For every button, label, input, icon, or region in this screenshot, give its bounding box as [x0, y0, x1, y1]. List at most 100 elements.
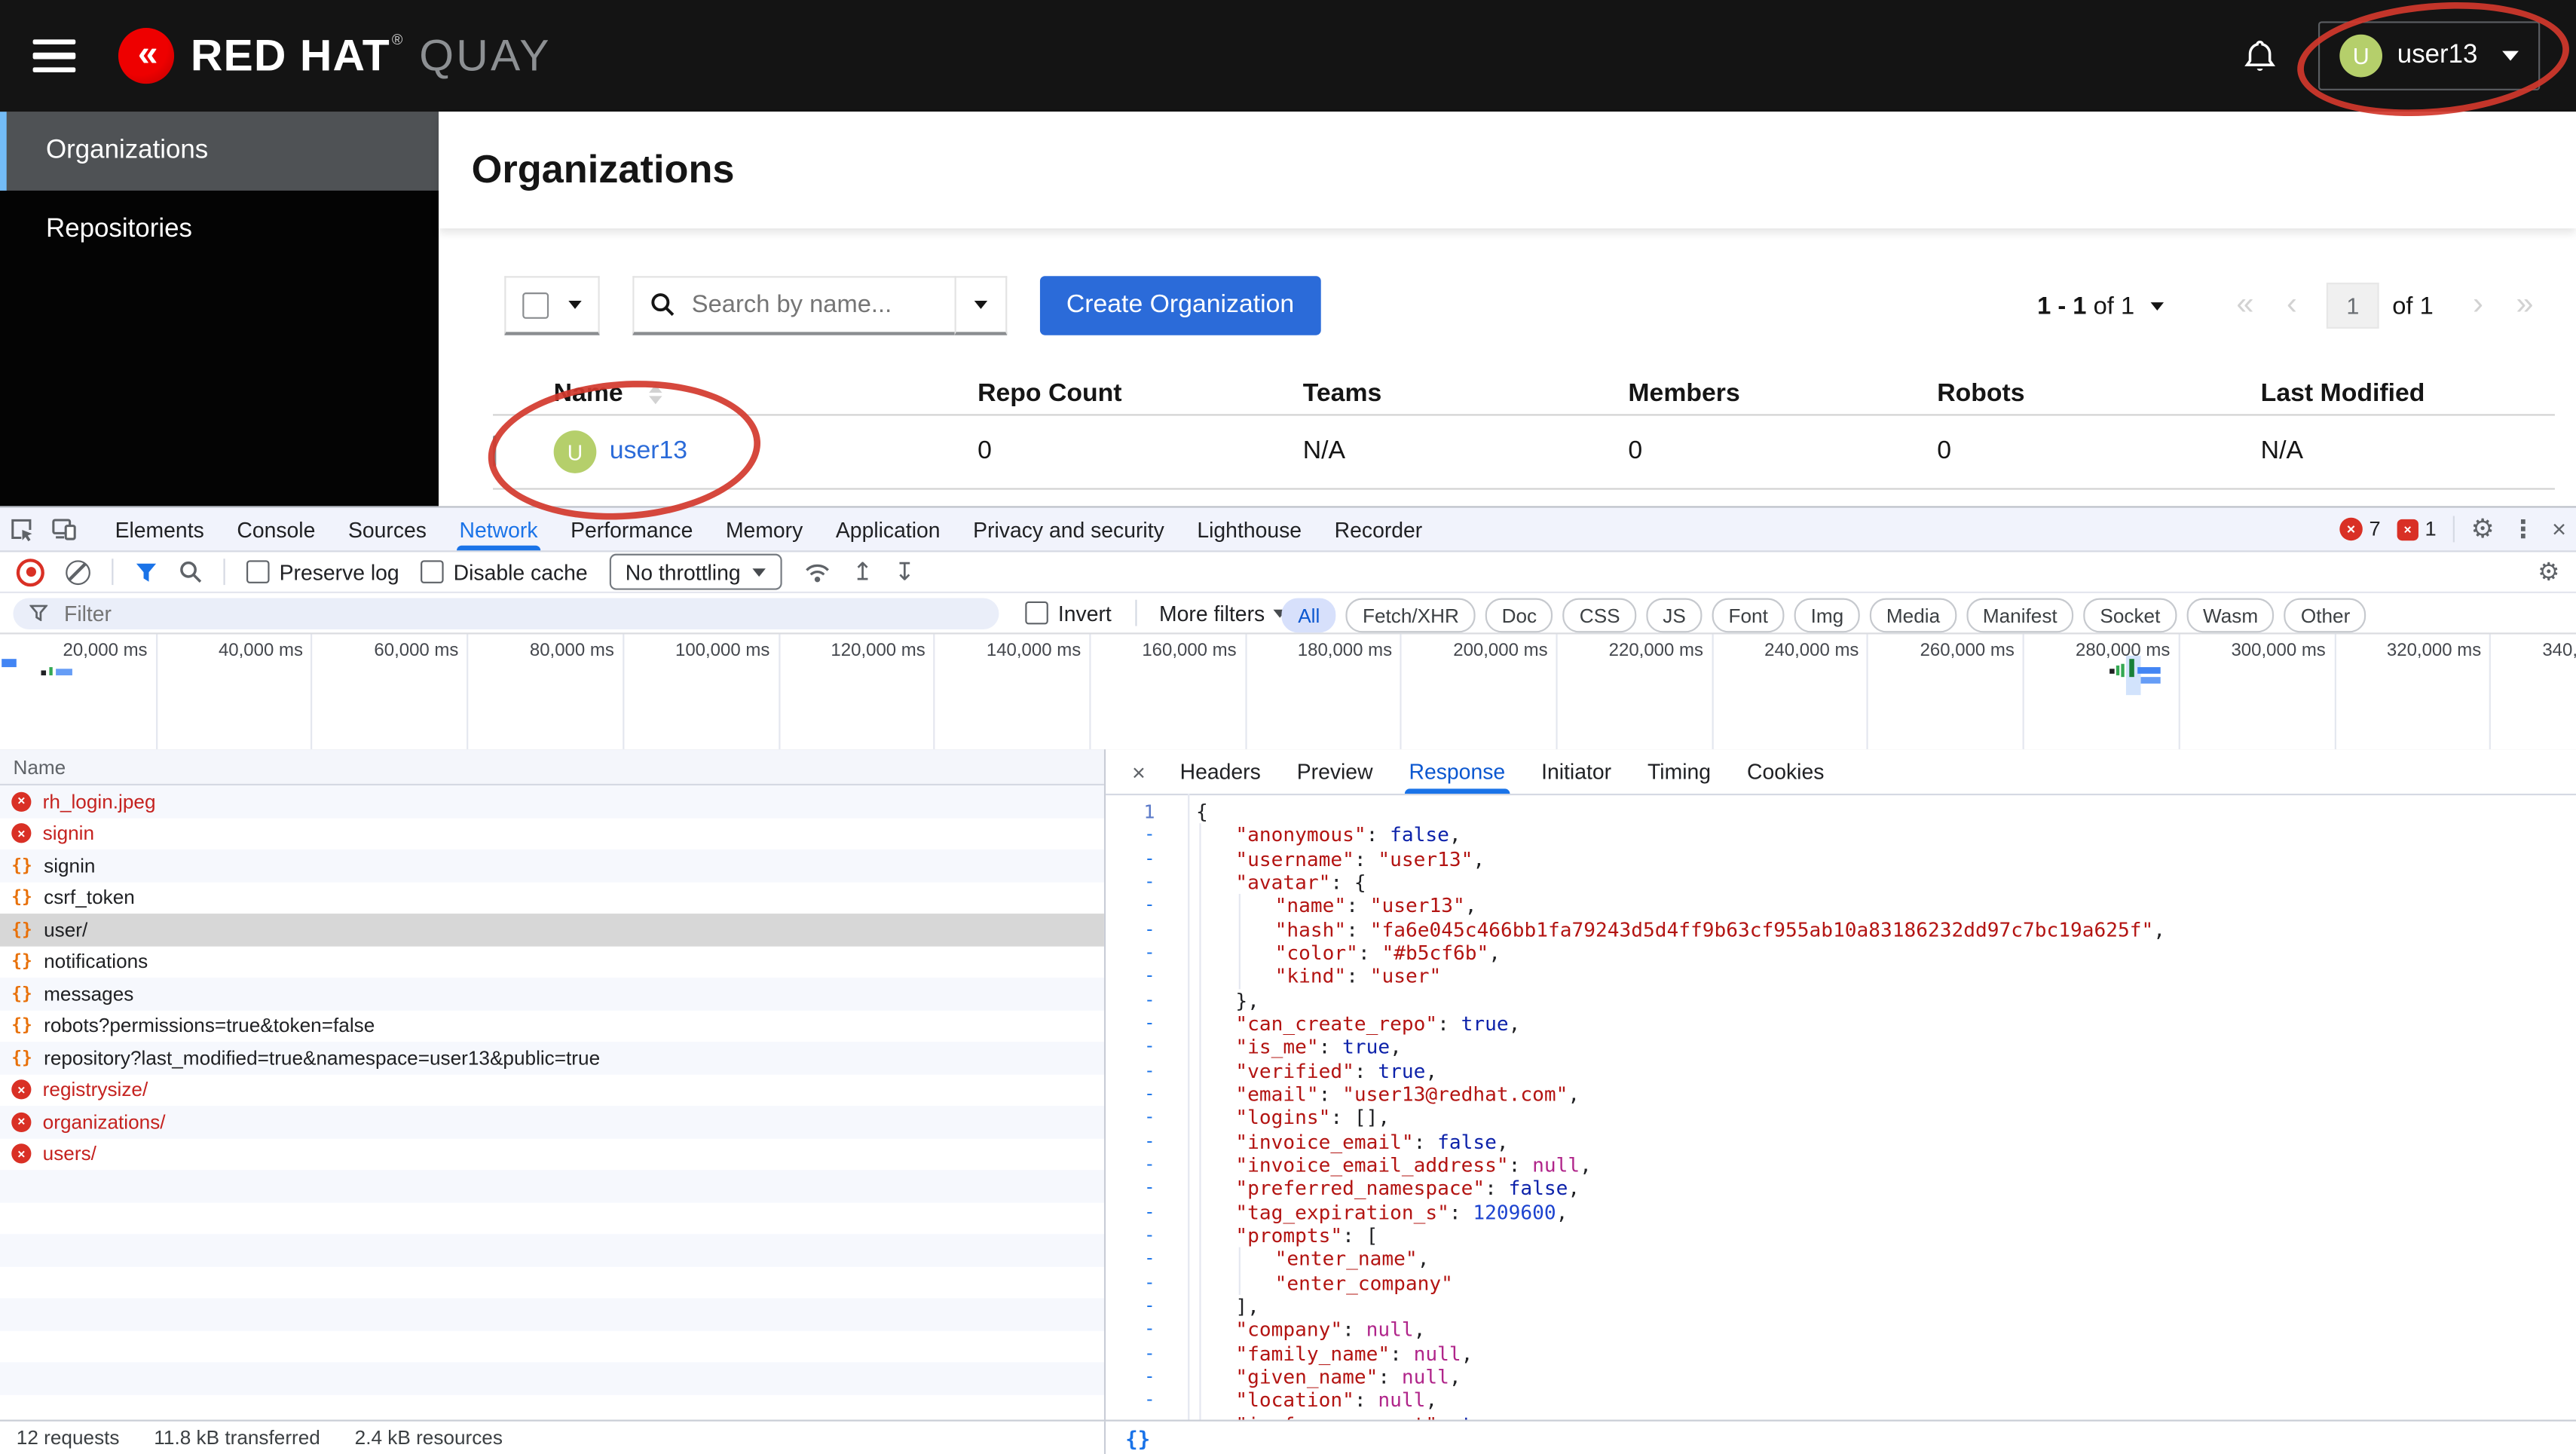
bulk-select-control[interactable] [504, 276, 600, 335]
request-type-chip-img[interactable]: Img [1794, 598, 1860, 633]
preserve-log-checkbox[interactable]: Preserve log [246, 559, 399, 584]
code-fold-marker[interactable]: - [1106, 1059, 1188, 1082]
console-errors-badge[interactable]: × 7 [2339, 517, 2381, 541]
device-toolbar-icon[interactable] [43, 508, 86, 551]
code-fold-marker[interactable]: - [1106, 871, 1188, 894]
network-request-row[interactable]: {} repository?last_modified=true&namespac… [0, 1042, 1104, 1074]
network-conditions-icon[interactable] [803, 559, 831, 584]
request-type-chip-wasm[interactable]: Wasm [2186, 598, 2275, 633]
request-type-chip-js[interactable]: JS [1646, 598, 1703, 633]
code-fold-marker[interactable]: - [1106, 989, 1188, 1012]
org-name-link[interactable]: user13 [610, 437, 687, 467]
code-fold-marker[interactable]: - [1106, 918, 1188, 941]
detail-tab-headers[interactable]: Headers [1162, 749, 1279, 794]
create-organization-button[interactable]: Create Organization [1039, 276, 1321, 335]
code-fold-marker[interactable]: - [1106, 824, 1188, 847]
request-type-chip-media[interactable]: Media [1870, 598, 1956, 633]
disable-cache-checkbox[interactable]: Disable cache [421, 559, 588, 584]
devtools-tab-recorder[interactable]: Recorder [1318, 508, 1439, 551]
devtools-tab-privacy-and-security[interactable]: Privacy and security [956, 508, 1180, 551]
detail-tab-response[interactable]: Response [1391, 749, 1524, 794]
code-fold-marker[interactable]: - [1106, 847, 1188, 871]
search-field[interactable] [632, 276, 955, 335]
user-menu[interactable]: U user13 [2318, 21, 2541, 90]
code-fold-marker[interactable]: - [1106, 1413, 1188, 1420]
row-checkbox[interactable] [493, 435, 497, 467]
more-filters-button[interactable]: More filters [1159, 601, 1286, 625]
format-json-button[interactable]: {} [1106, 1425, 1150, 1450]
last-page-icon[interactable]: » [2500, 288, 2550, 324]
hamburger-menu-icon[interactable] [32, 39, 76, 72]
request-type-chip-font[interactable]: Font [1712, 598, 1785, 633]
devtools-tab-performance[interactable]: Performance [554, 508, 709, 551]
devtools-close-icon[interactable]: × [2552, 517, 2566, 542]
code-fold-marker[interactable]: - [1106, 1107, 1188, 1130]
filter-field[interactable] [13, 597, 999, 629]
devtools-tab-sources[interactable]: Sources [332, 508, 443, 551]
request-type-chip-other[interactable]: Other [2284, 598, 2367, 633]
devtools-tab-elements[interactable]: Elements [99, 508, 221, 551]
current-page-input[interactable]: 1 [2327, 282, 2379, 329]
devtools-settings-gear-icon[interactable]: ⚙ [2470, 515, 2494, 543]
code-fold-marker[interactable]: - [1106, 1201, 1188, 1224]
issues-badge[interactable]: × 1 [2397, 518, 2437, 540]
network-request-row[interactable]: {} csrf_token [0, 882, 1104, 914]
code-fold-marker[interactable]: - [1106, 1271, 1188, 1294]
network-request-row[interactable]: {} messages [0, 978, 1104, 1010]
col-header-name[interactable]: Name [554, 380, 977, 409]
code-fold-marker[interactable]: - [1106, 941, 1188, 965]
detail-tab-timing[interactable]: Timing [1629, 749, 1729, 794]
next-page-icon[interactable]: › [2456, 288, 2499, 324]
detail-tab-initiator[interactable]: Initiator [1523, 749, 1629, 794]
request-type-chip-all[interactable]: All [1281, 598, 1337, 633]
devtools-tab-console[interactable]: Console [221, 508, 332, 551]
network-request-row[interactable]: × rh_login.jpeg [0, 785, 1104, 818]
network-request-row[interactable]: × users/ [0, 1138, 1104, 1171]
devtools-tab-application[interactable]: Application [819, 508, 956, 551]
network-request-row[interactable]: {} robots?permissions=true&token=false [0, 1010, 1104, 1042]
code-fold-marker[interactable]: - [1106, 1153, 1188, 1177]
network-overview-timeline[interactable]: 20,000 ms 40,000 ms 60,000 ms 80,000 ms 100,… [0, 634, 2576, 751]
code-fold-marker[interactable]: - [1106, 1247, 1188, 1271]
network-search-icon[interactable] [179, 560, 203, 583]
notifications-bell-icon[interactable] [2244, 38, 2276, 73]
network-request-row[interactable]: {} signin [0, 849, 1104, 882]
detail-tab-cookies[interactable]: Cookies [1729, 749, 1842, 794]
org-table-row-user13[interactable]: U user13 0 N/A 0 0 N/A [493, 414, 2555, 490]
code-fold-marker[interactable]: - [1106, 1318, 1188, 1342]
code-fold-marker[interactable]: - [1106, 895, 1188, 918]
devtools-tab-network[interactable]: Network [443, 508, 555, 551]
code-fold-marker[interactable]: - [1106, 1177, 1188, 1200]
code-fold-marker[interactable]: - [1106, 1012, 1188, 1036]
pagination-caret-icon[interactable] [2150, 302, 2165, 310]
code-fold-marker[interactable]: - [1106, 1036, 1188, 1059]
devtools-tab-lighthouse[interactable]: Lighthouse [1181, 508, 1318, 551]
sidebar-item-repositories[interactable]: Repositories [0, 191, 439, 270]
close-detail-icon[interactable]: × [1119, 758, 1159, 785]
clear-network-log-icon[interactable] [66, 559, 90, 584]
network-request-row[interactable]: {} user/ [0, 914, 1104, 946]
detail-tab-preview[interactable]: Preview [1279, 749, 1391, 794]
request-type-chip-socket[interactable]: Socket [2083, 598, 2177, 633]
request-type-chip-doc[interactable]: Doc [1485, 598, 1553, 633]
throttling-select[interactable]: No throttling [608, 553, 782, 590]
request-type-chip-css[interactable]: CSS [1562, 598, 1637, 633]
export-har-icon[interactable]: ↧ [895, 557, 915, 586]
invert-filter-checkbox[interactable]: Invert [1025, 601, 1112, 625]
code-fold-marker[interactable]: - [1106, 965, 1188, 988]
request-list-header[interactable]: Name [0, 749, 1104, 786]
code-fold-marker[interactable]: - [1106, 1082, 1188, 1106]
code-fold-marker[interactable]: - [1106, 1389, 1188, 1413]
sidebar-item-organizations[interactable]: Organizations [0, 112, 439, 191]
network-settings-gear-icon[interactable]: ⚙ [2538, 559, 2559, 584]
code-fold-marker[interactable]: - [1106, 1224, 1188, 1247]
search-input[interactable] [688, 289, 925, 321]
sort-icon[interactable] [649, 384, 663, 405]
network-request-row[interactable]: × registrysize/ [0, 1074, 1104, 1107]
previous-page-icon[interactable]: ‹ [2270, 288, 2313, 324]
code-fold-marker[interactable]: - [1106, 1295, 1188, 1318]
record-network-log-icon[interactable] [16, 558, 44, 586]
filter-funnel-icon[interactable] [135, 561, 158, 582]
network-request-row[interactable]: × organizations/ [0, 1106, 1104, 1138]
code-fold-marker[interactable]: - [1106, 1365, 1188, 1388]
